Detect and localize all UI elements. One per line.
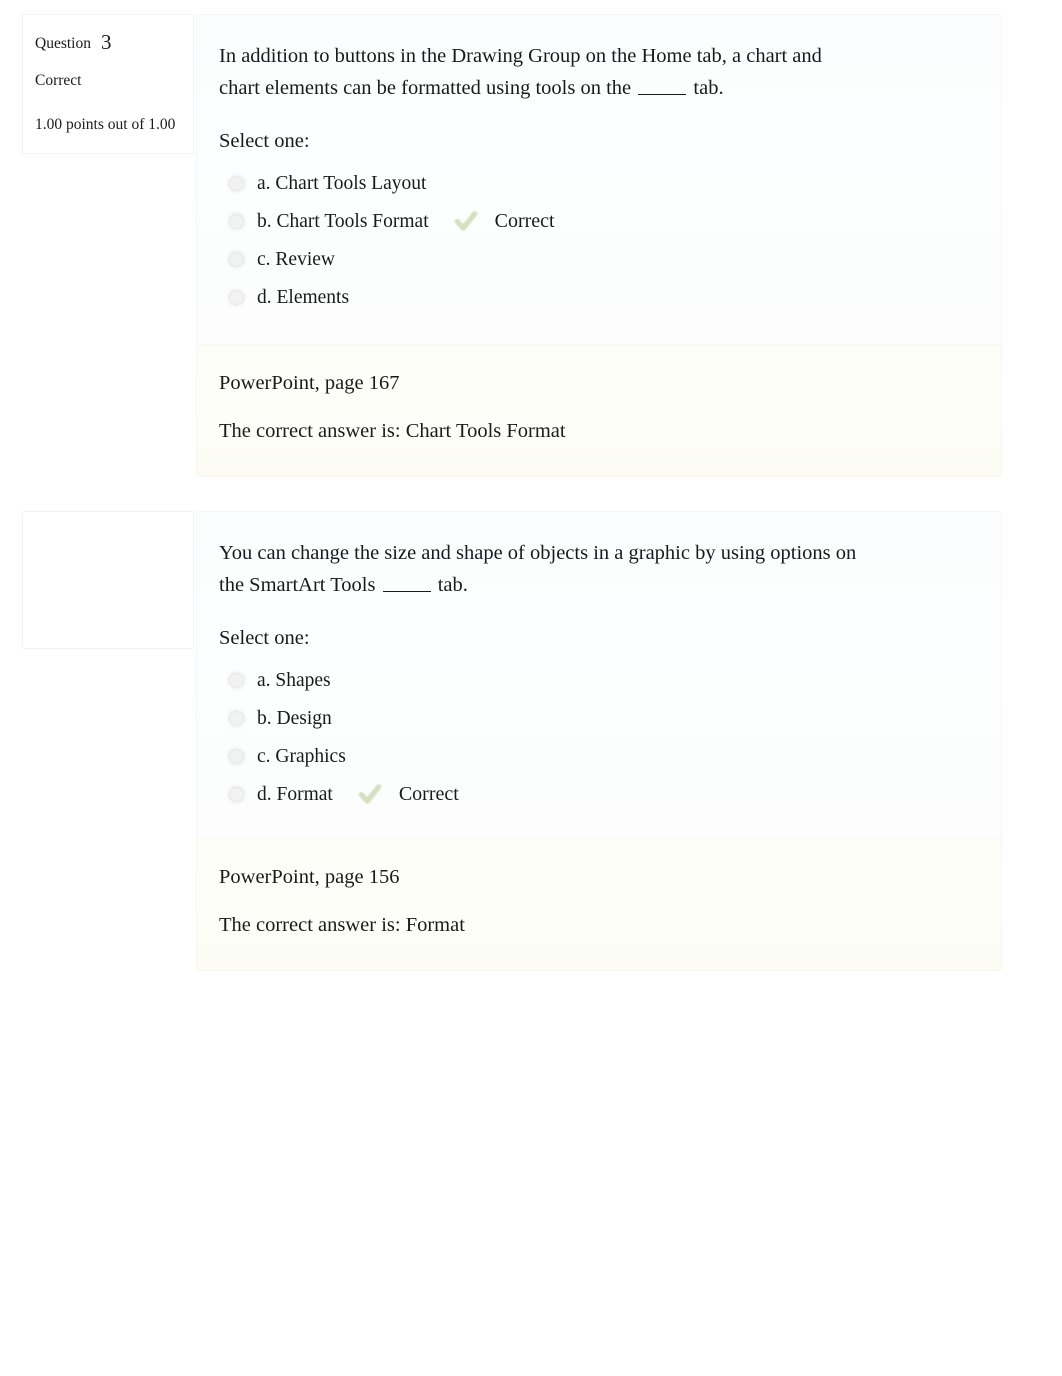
answer-option-1d[interactable]: d. Elements (219, 278, 971, 316)
correct-marker-2d: Correct (357, 781, 459, 807)
check-mark-icon (454, 211, 477, 231)
question-stem-text-after-2: tab. (432, 573, 468, 596)
answer-label-1d: d. Elements (257, 286, 350, 308)
answer-label-2d: d. Format (257, 783, 333, 805)
answer-label-1c: c. Review (257, 248, 335, 270)
answer-label-2a: a. Shapes (257, 669, 331, 691)
quiz-review-page: Question 3 Correct 1.00 points out of 1.0… (0, 0, 1062, 1376)
radio-button-icon-1a[interactable] (229, 175, 244, 191)
question-content-card-2: You can change the size and shape of obj… (196, 511, 1002, 845)
answer-option-2c[interactable]: c. Graphics (219, 737, 971, 775)
question-feedback-card-2: PowerPoint, page 156 The correct answer … (196, 838, 1002, 972)
radio-button-icon-2b[interactable] (229, 710, 244, 726)
question-stem-text-before-2: You can change the size and shape of obj… (219, 542, 857, 596)
question-info-panel-2 (22, 511, 194, 649)
answer-label-1b: b. Chart Tools Format (257, 210, 429, 232)
correct-marker-1b: Correct (453, 208, 555, 234)
radio-button-icon-2a[interactable] (229, 672, 244, 688)
feedback-correct-answer-1: The correct answer is: Chart Tools Forma… (219, 419, 566, 442)
question-label-1: Question (35, 35, 91, 52)
question-state-1: Correct (35, 72, 82, 90)
radio-button-icon-2c[interactable] (229, 748, 244, 764)
answer-list-2: a. Shapes b. Design c. Graphics d. Forma… (219, 661, 971, 813)
radio-button-icon-2d[interactable] (229, 786, 244, 802)
question-feedback-card-1: PowerPoint, page 167 The correct answer … (196, 344, 1002, 478)
question-number-row-2 (35, 526, 181, 553)
question-number-row-1: Question 3 (35, 29, 181, 56)
answer-option-2b[interactable]: b. Design (219, 699, 971, 737)
answer-label-2c: c. Graphics (257, 745, 346, 767)
radio-button-icon-1d[interactable] (229, 289, 244, 305)
question-stem-text-after-1: tab. (688, 76, 724, 99)
answer-option-1a[interactable]: a. Chart Tools Layout (219, 164, 971, 202)
radio-button-icon-1b[interactable] (229, 213, 244, 229)
feedback-reference-2: PowerPoint, page 156 (219, 866, 400, 888)
question-content-card-1: In addition to buttons in the Drawing Gr… (196, 14, 1002, 348)
question-grade-1: 1.00 points out of 1.00 (35, 116, 176, 134)
correct-feedback-text-1b: Correct (494, 209, 555, 232)
answer-option-1b[interactable]: b. Chart Tools Format Correct (219, 202, 971, 240)
answer-option-1c[interactable]: c. Review (219, 240, 971, 278)
correct-feedback-text-2d: Correct (398, 782, 459, 805)
question-stem-2: You can change the size and shape of obj… (219, 538, 859, 602)
select-one-prompt-2: Select one: (219, 626, 310, 649)
answer-option-2d[interactable]: d. Format Correct (219, 775, 971, 813)
question-stem-text-before-1: In addition to buttons in the Drawing Gr… (219, 45, 822, 99)
fill-in-blank-2 (382, 571, 431, 592)
check-mark-icon (358, 784, 382, 804)
radio-button-icon-1c[interactable] (229, 251, 244, 267)
select-one-prompt-1: Select one: (219, 129, 310, 152)
answer-label-2b: b. Design (257, 707, 332, 729)
question-info-panel-1: Question 3 Correct 1.00 points out of 1.0… (22, 14, 194, 155)
answer-label-1a: a. Chart Tools Layout (257, 172, 427, 194)
fill-in-blank-1 (638, 74, 687, 95)
answer-list-1: a. Chart Tools Layout b. Chart Tools For… (219, 164, 971, 316)
answer-option-2a[interactable]: a. Shapes (219, 661, 971, 699)
feedback-reference-1: PowerPoint, page 167 (219, 372, 400, 394)
question-stem-1: In addition to buttons in the Drawing Gr… (219, 41, 859, 105)
feedback-correct-answer-2: The correct answer is: Format (219, 913, 465, 936)
question-number-1: 3 (100, 30, 112, 54)
